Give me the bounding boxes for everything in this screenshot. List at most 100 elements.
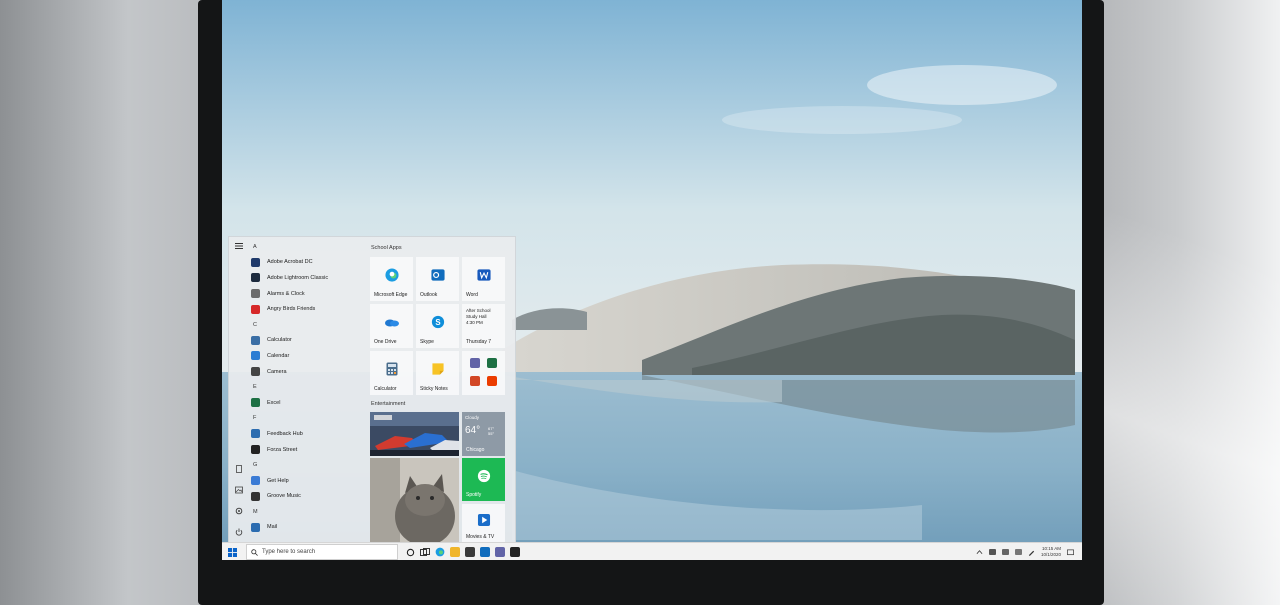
weather-condition: Cloudy — [465, 415, 480, 420]
letter-header-label: C — [253, 321, 257, 328]
tile-label: Microsoft Edge — [374, 292, 408, 298]
app-list-letter-header[interactable]: A — [251, 239, 371, 255]
app-list-letter-header[interactable]: F — [251, 411, 371, 427]
start-button[interactable] — [222, 543, 242, 560]
teams-icon[interactable] — [470, 358, 480, 368]
excel-icon[interactable] — [487, 358, 497, 368]
event-time: 4:30 PM — [466, 320, 483, 325]
tile-label: Calculator — [374, 386, 397, 392]
cat-photo — [370, 458, 459, 543]
tiles-area: School Apps Microsoft Edge Outlook Word … — [370, 237, 515, 543]
sticky-notes-icon — [431, 363, 444, 376]
svg-text:S: S — [435, 319, 440, 328]
app-list-item-label: Angry Birds Friends — [267, 306, 316, 313]
settings-gear-icon[interactable] — [235, 507, 243, 515]
battery-icon[interactable] — [988, 549, 996, 555]
forza-street-icon — [251, 445, 260, 455]
tile-photos-cat[interactable] — [370, 458, 459, 543]
app-list: A Adobe Acrobat DC Adobe Lightroom Classic… — [251, 239, 371, 543]
network-icon[interactable] — [1001, 549, 1009, 555]
tile-sticky-notes[interactable]: Sticky Notes — [416, 351, 459, 395]
app-list-item-label: Adobe Acrobat DC — [267, 259, 313, 266]
tile-label: Word — [466, 292, 478, 298]
tile-label: One Drive — [374, 339, 397, 345]
tile-outlook[interactable]: Outlook — [416, 257, 459, 301]
outlook-icon — [430, 269, 445, 282]
tile-calendar-event[interactable]: After School Study Hall 4:30 PM Thursday… — [462, 304, 505, 348]
app-list-item[interactable]: Forza Street — [251, 442, 371, 458]
whiteboard-taskbar-icon[interactable] — [510, 547, 520, 557]
app-list-item-label: Groove Music — [267, 493, 301, 500]
app-list-item-label: Calendar — [267, 352, 290, 359]
app-list-item-label: Mail — [267, 524, 278, 531]
calculator-icon — [251, 335, 260, 345]
weather-temperature: 64° — [465, 425, 481, 436]
chevron-up-icon[interactable] — [976, 549, 983, 555]
document-icon[interactable] — [235, 465, 243, 473]
group-title-school-apps: School Apps — [371, 245, 402, 251]
app-list-item-label: Adobe Lightroom Classic — [267, 274, 329, 281]
pen-workspace-icon[interactable] — [1028, 549, 1035, 556]
app-list-item[interactable]: Feedback Hub — [251, 426, 371, 442]
microsoft-store-icon[interactable] — [465, 547, 475, 557]
edge-taskbar-icon[interactable] — [435, 547, 445, 557]
office-icon[interactable] — [487, 376, 497, 386]
tile-forza-street[interactable] — [370, 412, 459, 456]
app-list-item[interactable]: Calculator — [251, 333, 371, 349]
mail-taskbar-icon[interactable] — [480, 547, 490, 557]
weather-city: Chicago — [466, 447, 485, 453]
start-left-rail — [229, 237, 249, 543]
app-list-item[interactable]: Mail — [251, 520, 371, 536]
app-list-item[interactable]: Camera — [251, 364, 371, 380]
tile-onedrive[interactable]: One Drive — [370, 304, 413, 348]
angry-birds-icon — [251, 304, 260, 314]
app-list-item[interactable]: Get Help — [251, 473, 371, 489]
app-list-item-label: Get Help — [267, 477, 289, 484]
hamburger-menu-icon[interactable] — [235, 242, 243, 250]
volume-icon[interactable] — [1014, 549, 1022, 555]
app-list-item[interactable]: Excel — [251, 395, 371, 411]
task-view-icon[interactable] — [420, 547, 430, 557]
tile-movies-tv[interactable]: Movies & TV — [462, 504, 505, 543]
powerpoint-icon[interactable] — [470, 376, 480, 386]
windows-logo-icon — [227, 547, 237, 557]
tile-spotify[interactable]: Spotify — [462, 458, 505, 501]
taskbar-clock[interactable]: 10:15 AM 10/1/2020 — [1041, 546, 1061, 558]
app-list-letter-header[interactable]: G — [251, 457, 371, 473]
app-list-item[interactable]: Alarms & Clock — [251, 286, 371, 302]
app-list-letter-header[interactable]: E — [251, 379, 371, 395]
tile-office-apps-folder[interactable] — [462, 351, 505, 395]
app-list-item[interactable]: Adobe Acrobat DC — [251, 255, 371, 271]
tile-label: Movies & TV — [466, 534, 495, 540]
app-list-item[interactable]: Calendar — [251, 348, 371, 364]
calendar-icon — [251, 351, 260, 361]
event-date: Thursday 7 — [466, 339, 492, 345]
app-list-letter-header[interactable]: M — [251, 504, 371, 520]
app-list-item[interactable]: Adobe Lightroom Classic — [251, 270, 371, 286]
app-list-letter-header[interactable]: C — [251, 317, 371, 333]
tile-word[interactable]: Word — [462, 257, 505, 301]
pictures-icon[interactable] — [235, 486, 243, 494]
letter-header-label: G — [253, 462, 258, 469]
tile-label: Outlook — [420, 292, 438, 298]
tile-microsoft-edge[interactable]: Microsoft Edge — [370, 257, 413, 301]
lightroom-icon — [251, 273, 260, 283]
file-explorer-icon[interactable] — [450, 547, 460, 557]
app-list-item[interactable]: Groove Music — [251, 489, 371, 505]
taskbar: Type here to search 10:15 AM 10/1/2020 — [222, 542, 1082, 560]
feedback-hub-icon — [251, 429, 260, 439]
tile-label: Spotify — [466, 492, 482, 498]
tile-weather[interactable]: Cloudy 64° 67° 55° Chicago — [462, 412, 505, 456]
app-list-item-label: Camera — [267, 368, 287, 375]
letter-header-label: F — [253, 415, 257, 422]
tile-calculator[interactable]: Calculator — [370, 351, 413, 395]
cortana-icon[interactable] — [406, 548, 415, 557]
teams-taskbar-icon[interactable] — [495, 547, 505, 557]
app-list-item[interactable]: Angry Birds Friends — [251, 301, 371, 317]
alarm-clock-icon — [251, 289, 260, 299]
light-glare — [1080, 0, 1280, 605]
taskbar-search-box[interactable]: Type here to search — [246, 544, 398, 560]
action-center-icon[interactable] — [1067, 549, 1074, 556]
tile-skype[interactable]: S Skype — [416, 304, 459, 348]
power-icon[interactable] — [235, 528, 243, 536]
